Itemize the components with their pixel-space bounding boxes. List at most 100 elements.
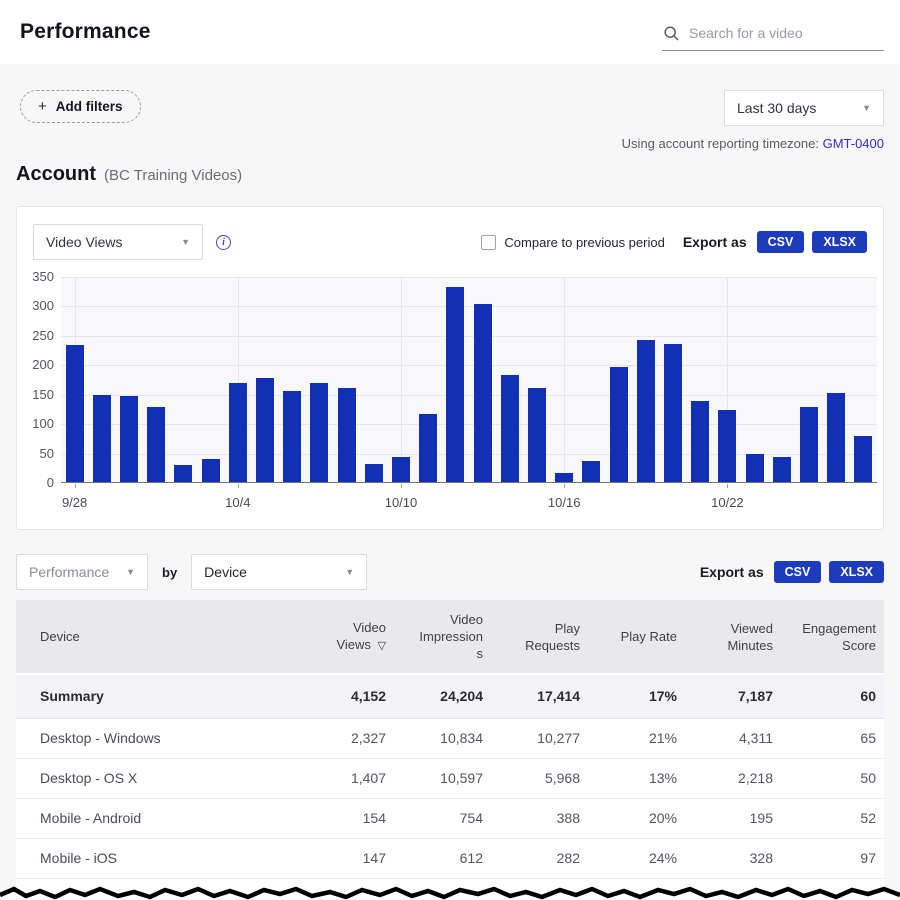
bar-chart-plot-area[interactable]	[61, 277, 877, 483]
col-header-engagement-score[interactable]: Engagement Score	[773, 600, 884, 674]
chart-bar[interactable]	[310, 383, 328, 482]
y-axis-tick-label: 350	[17, 269, 54, 285]
chart-bar[interactable]	[637, 340, 655, 482]
chart-bar[interactable]	[419, 414, 437, 482]
chart-bar[interactable]	[147, 407, 165, 482]
info-icon[interactable]: i	[216, 235, 231, 250]
metric-cell: 147	[256, 838, 386, 878]
y-axis-tick-label: 250	[17, 328, 54, 344]
gridline	[564, 277, 565, 482]
table-row: Mobile - iOS14761228224%32897	[16, 838, 884, 878]
col-header-video-views[interactable]: Video Views ▽	[256, 600, 386, 674]
chart-bar[interactable]	[610, 367, 628, 482]
gridline	[61, 336, 877, 337]
chevron-down-icon: ▼	[862, 103, 871, 113]
chart-bar[interactable]	[174, 465, 192, 482]
col-header-play-rate[interactable]: Play Rate	[580, 600, 677, 674]
chart-bar[interactable]	[120, 396, 138, 482]
chart-bar[interactable]	[854, 436, 872, 482]
col-header-viewed-minutes[interactable]: Viewed Minutes	[677, 600, 773, 674]
gridline	[61, 395, 877, 396]
gridline	[61, 365, 877, 366]
metric-cell: 4,152	[256, 674, 386, 718]
chart-bar[interactable]	[93, 395, 111, 482]
chart-bar[interactable]	[256, 378, 274, 482]
search-input[interactable]	[689, 25, 882, 41]
dimension-value: Device	[204, 564, 247, 580]
device-performance-table: Device Video Views ▽ Video Impressions P…	[16, 600, 884, 900]
video-search[interactable]	[662, 19, 884, 51]
chart-bar[interactable]	[664, 344, 682, 482]
chart-bar[interactable]	[474, 304, 492, 482]
export-as-label: Export as	[700, 564, 764, 580]
dimension-select[interactable]: Device ▼	[191, 554, 367, 590]
metric-cell: 282	[483, 838, 580, 878]
metric-cell: 154	[256, 798, 386, 838]
x-axis-tick-mark	[401, 484, 402, 488]
gridline	[61, 277, 877, 278]
chart-bar[interactable]	[528, 388, 546, 482]
x-axis-tick-mark	[75, 484, 76, 488]
date-range-select[interactable]: Last 30 days ▼	[724, 90, 884, 126]
chevron-down-icon: ▼	[126, 567, 135, 577]
metric-cell: 60	[773, 674, 884, 718]
chart-bar[interactable]	[773, 457, 791, 482]
device-cell: Desktop - Windows	[16, 718, 256, 758]
chart-card: Video Views ▼ i Compare to previous peri…	[16, 206, 884, 530]
table-row: Desktop - OS X1,40710,5975,96813%2,21850	[16, 758, 884, 798]
metric-cell: 97	[773, 838, 884, 878]
y-axis-tick-label: 300	[17, 298, 54, 314]
chart-bar[interactable]	[582, 461, 600, 482]
chart-bar[interactable]	[827, 393, 845, 482]
metric-select[interactable]: Video Views ▼	[33, 224, 203, 260]
timezone-link[interactable]: GMT-0400	[823, 136, 884, 151]
gridline	[61, 424, 877, 425]
metric-cell: 52	[773, 798, 884, 838]
metric-cell: 24,204	[386, 674, 483, 718]
metric-cell: 2,327	[256, 718, 386, 758]
report-type-select[interactable]: Performance ▼	[16, 554, 148, 590]
export-xlsx-button[interactable]: XLSX	[829, 561, 884, 583]
chart-bar[interactable]	[365, 464, 383, 482]
chart-bar[interactable]	[283, 391, 301, 482]
table-header-row: Device Video Views ▽ Video Impressions P…	[16, 600, 884, 674]
date-range-value: Last 30 days	[737, 100, 816, 116]
chart-bar[interactable]	[229, 383, 247, 482]
compare-checkbox[interactable]	[481, 235, 496, 250]
report-type-value: Performance	[29, 564, 109, 580]
col-header-device[interactable]: Device	[16, 600, 256, 674]
chart-bar[interactable]	[746, 454, 764, 482]
add-filters-button[interactable]: + Add filters	[20, 90, 141, 123]
chart-bar[interactable]	[555, 473, 573, 482]
plus-icon: +	[38, 99, 47, 114]
export-csv-button[interactable]: CSV	[774, 561, 822, 583]
torn-edge	[0, 886, 900, 900]
device-cell: Summary	[16, 674, 256, 718]
section-title: Account	[16, 163, 96, 186]
compare-toggle[interactable]: Compare to previous period	[481, 235, 664, 250]
export-csv-button[interactable]: CSV	[757, 231, 805, 253]
y-axis-tick-label: 200	[17, 357, 54, 373]
device-cell: Mobile - iOS	[16, 838, 256, 878]
chart-bar[interactable]	[800, 407, 818, 482]
breakdown-controls: Performance ▼ by Device ▼ Export as CSV …	[16, 554, 884, 590]
add-filters-label: Add filters	[56, 99, 123, 114]
col-header-play-requests[interactable]: Play Requests	[483, 600, 580, 674]
chart-bar[interactable]	[691, 401, 709, 482]
summary-row: Summary4,15224,20417,41417%7,18760	[16, 674, 884, 718]
chart-bar[interactable]	[718, 410, 736, 482]
chart-bar[interactable]	[66, 345, 84, 482]
y-axis-tick-label: 100	[17, 416, 54, 432]
chart-bar[interactable]	[446, 287, 464, 482]
col-header-video-impressions[interactable]: Video Impressions	[386, 600, 483, 674]
chart-bar[interactable]	[392, 457, 410, 482]
export-xlsx-button[interactable]: XLSX	[812, 231, 867, 253]
metric-cell: 20%	[580, 798, 677, 838]
metric-select-value: Video Views	[46, 234, 123, 250]
chart-bar[interactable]	[202, 459, 220, 482]
section-heading: Account (BC Training Videos)	[16, 163, 884, 186]
chart-bar[interactable]	[338, 388, 356, 482]
metric-cell: 5,968	[483, 758, 580, 798]
chart-bar[interactable]	[501, 375, 519, 482]
x-axis-tick-label: 9/28	[62, 495, 87, 510]
